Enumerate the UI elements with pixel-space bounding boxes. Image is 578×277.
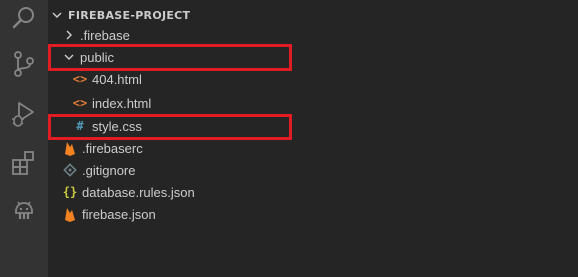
tree-item-database-rules-json[interactable]: {} database.rules.json	[48, 181, 578, 203]
firebase-file-icon	[65, 208, 75, 222]
tree-item-index-html[interactable]: <> index.html	[48, 92, 578, 114]
search-icon[interactable]	[10, 4, 38, 32]
html-file-icon: <>	[72, 96, 88, 110]
tree-item-label: 404.html	[92, 71, 142, 87]
source-control-icon[interactable]	[10, 50, 38, 78]
css-file-icon: #	[76, 119, 84, 133]
run-debug-icon[interactable]	[10, 100, 38, 128]
explorer-panel: FIREBASE-PROJECT .firebase public <> 404…	[48, 0, 578, 277]
activity-bar	[0, 0, 48, 277]
tree-item-label: .firebase	[80, 27, 130, 43]
tree-item-firebase-folder[interactable]: .firebase	[48, 24, 578, 46]
tree-item-firebaserc[interactable]: .firebaserc	[48, 137, 578, 159]
project-title: FIREBASE-PROJECT	[68, 8, 191, 22]
tree-item-label: .firebaserc	[82, 140, 143, 156]
project-folder-header[interactable]: FIREBASE-PROJECT	[48, 4, 578, 26]
tree-item-public-folder[interactable]: public	[48, 46, 578, 68]
tree-item-label: .gitignore	[82, 162, 136, 178]
tree-item-label: firebase.json	[82, 206, 156, 222]
json-file-icon: {}	[62, 185, 78, 199]
android-icon[interactable]	[10, 196, 38, 224]
extensions-icon[interactable]	[10, 148, 38, 176]
tree-item-label: public	[80, 49, 114, 65]
vscode-window: FIREBASE-PROJECT .firebase public <> 404…	[0, 0, 578, 277]
tree-item-label: database.rules.json	[82, 184, 195, 200]
html-file-icon: <>	[72, 72, 88, 86]
tree-item-gitignore[interactable]: .gitignore	[48, 159, 578, 181]
git-file-icon	[63, 163, 77, 177]
tree-item-style-css[interactable]: # style.css	[48, 115, 578, 137]
tree-item-firebase-json[interactable]: firebase.json	[48, 203, 578, 225]
chevron-right-icon	[66, 30, 72, 40]
firebase-file-icon	[65, 142, 75, 156]
chevron-down-icon	[64, 54, 74, 60]
tree-item-label: index.html	[92, 95, 152, 111]
chevron-down-icon	[52, 12, 62, 18]
tree-item-404-html[interactable]: <> 404.html	[48, 68, 578, 90]
tree-item-label: style.css	[92, 118, 142, 134]
